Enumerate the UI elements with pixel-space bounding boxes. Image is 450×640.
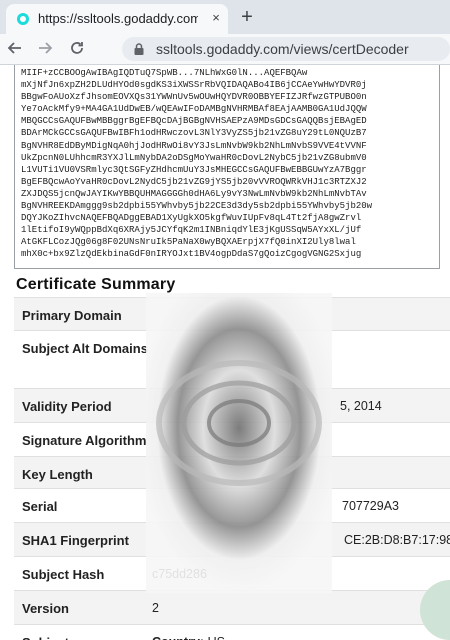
back-button[interactable] — [4, 39, 26, 59]
summary-row-label: Primary Domain — [22, 308, 122, 323]
certificate-line: BgNVHR8EdDByMDigNqA0hjJodHRwOi8vY3JsLmNv… — [21, 140, 367, 151]
certificate-line: 1lEtifoI9yWQppBdXq6XRAjy5JCYfqK2m1INBniq… — [21, 225, 362, 236]
summary-row-label: Subject Hash — [22, 567, 105, 582]
summary-row: Primary Domain — [14, 297, 450, 330]
summary-row-value-text: US — [208, 635, 225, 640]
certificate-line: BBgwFoAUoXzfJhsomEOVXQs31YWWnUv5wOUwHQYD… — [21, 92, 367, 103]
reload-button[interactable] — [66, 39, 88, 59]
certificate-summary-heading: Certificate Summary — [16, 276, 176, 293]
address-bar[interactable]: ssltools.godaddy.com/views/certDecoder — [122, 37, 450, 61]
url-text: ssltools.godaddy.com/views/certDecoder — [156, 41, 409, 57]
certificate-line: MIIF+zCCBOOgAwIBAgIQDTuQ7SpWB...7NLhWxG0… — [21, 68, 308, 78]
summary-row-label: Serial — [22, 499, 58, 514]
certificate-line: Ye7oAckMfy9+MA4GA1UdDwEB/wQEAwIFoDAMBgNV… — [21, 104, 367, 115]
summary-row-label: Subject Alt Domains — [22, 341, 148, 356]
new-tab-button[interactable]: + — [236, 6, 258, 28]
certificate-line: AtGKFLCozJQg06g8F02UNsNruIk5PaNaX0wyBQXA… — [21, 237, 356, 248]
summary-row-label: Signature Algorithm — [22, 433, 147, 448]
summary-row: Subject Country: US — [14, 624, 450, 640]
certificate-summary-table: Primary Domain Subject Alt Domains Validit… — [14, 297, 450, 640]
certificate-text: MIIF+zCCBOOgAwIBAgIQDTuQ7SpWB...7NLhWxG0… — [15, 65, 439, 261]
tab-title: https://ssltools.godaddy.com/vie — [38, 11, 198, 26]
certificate-line: UkZpcnN0LUhhcmR3YXJlLmNybDA2oDSgMoYwaHR0… — [21, 152, 367, 163]
summary-row-value: 2 — [152, 601, 159, 615]
summary-row-label: Validity Period — [22, 399, 112, 414]
summary-row-value: 707729A3 — [342, 499, 400, 513]
browser-tab[interactable]: https://ssltools.godaddy.com/vie × — [6, 4, 228, 34]
arrow-right-icon — [39, 42, 53, 54]
summary-row: SHA1 Fingerprint CE:2B:D8:B7:17:98:C — [14, 522, 450, 556]
summary-row-value: Country: US — [152, 635, 225, 640]
summary-row: Version 2 — [14, 590, 450, 624]
summary-row: Serial 707729A3 — [14, 488, 450, 522]
certificate-line: BDArMCkGCCsGAQUFBwIBFh1odHRwczovL3NlY3Vy… — [21, 128, 367, 139]
summary-row: Key Length — [14, 456, 450, 488]
forward-button[interactable] — [34, 39, 56, 59]
certificate-line: DQYJKoZIhvcNAQEFBQADggEBAD1XyUgkXO5kgfWu… — [21, 213, 362, 224]
summary-row-value: 5, 2014 — [340, 399, 382, 413]
certificate-line: L1VUTi1VU0VSRmlyc3QtSGFyZHdhcmUuY3JsMHEG… — [21, 164, 367, 175]
arrow-left-icon — [7, 42, 21, 54]
godaddy-favicon-icon — [17, 13, 29, 25]
tab-strip: https://ssltools.godaddy.com/vie × + — [0, 0, 450, 34]
certificate-textarea[interactable]: MIIF+zCCBOOgAwIBAgIQDTuQ7SpWB...7NLhWxG0… — [14, 65, 440, 269]
reload-icon — [71, 42, 83, 54]
certificate-line: ZXJDQS5jcnQwJAYIKwYBBQUHMAGGGGh0dHA6Ly9v… — [21, 188, 367, 199]
summary-row-value: CE:2B:D8:B7:17:98:C — [344, 533, 450, 547]
summary-row-value-key: Country: — [152, 635, 204, 640]
certificate-line: MBQGCCsGAQUFBwMBBggrBgEFBQcDAjBGBgNVHSAE… — [21, 116, 367, 127]
certificate-line: BgEFBQcwAoYvaHR0cDovL2NydC5jb21vZG9jYS5j… — [21, 176, 367, 187]
summary-row-label: Subject — [22, 635, 69, 640]
page-content: MIIF+zCCBOOgAwIBAgIQDTuQ7SpWB...7NLhWxG0… — [0, 65, 450, 640]
summary-row: Signature Algorithm — [14, 422, 450, 456]
certificate-line: mhX0c+bx9ZlzQdEkbinaGdF0nIRYOJxt1BV4ogpD… — [21, 249, 362, 260]
summary-row-value: c75dd286 — [152, 567, 207, 581]
summary-row: Subject Alt Domains — [14, 330, 450, 388]
summary-row: Subject Hash c75dd286 — [14, 556, 450, 590]
summary-row-label: SHA1 Fingerprint — [22, 533, 129, 548]
tab-close-icon[interactable]: × — [208, 10, 224, 26]
browser-toolbar: ssltools.godaddy.com/views/certDecoder — [0, 34, 450, 65]
summary-row-label: Key Length — [22, 467, 93, 482]
certificate-line: BgNVHREEKDAmggg9sb2dpbi55YWhvby5jb22CE3d… — [21, 201, 373, 212]
certificate-line: mXjNfJn6xpZH2DLUdHYOd0sgdKS3iXWSSrRbVQID… — [21, 80, 367, 91]
summary-row: Validity Period 5, 2014 — [14, 388, 450, 422]
summary-row-label: Version — [22, 601, 69, 616]
lock-icon[interactable] — [132, 42, 146, 56]
